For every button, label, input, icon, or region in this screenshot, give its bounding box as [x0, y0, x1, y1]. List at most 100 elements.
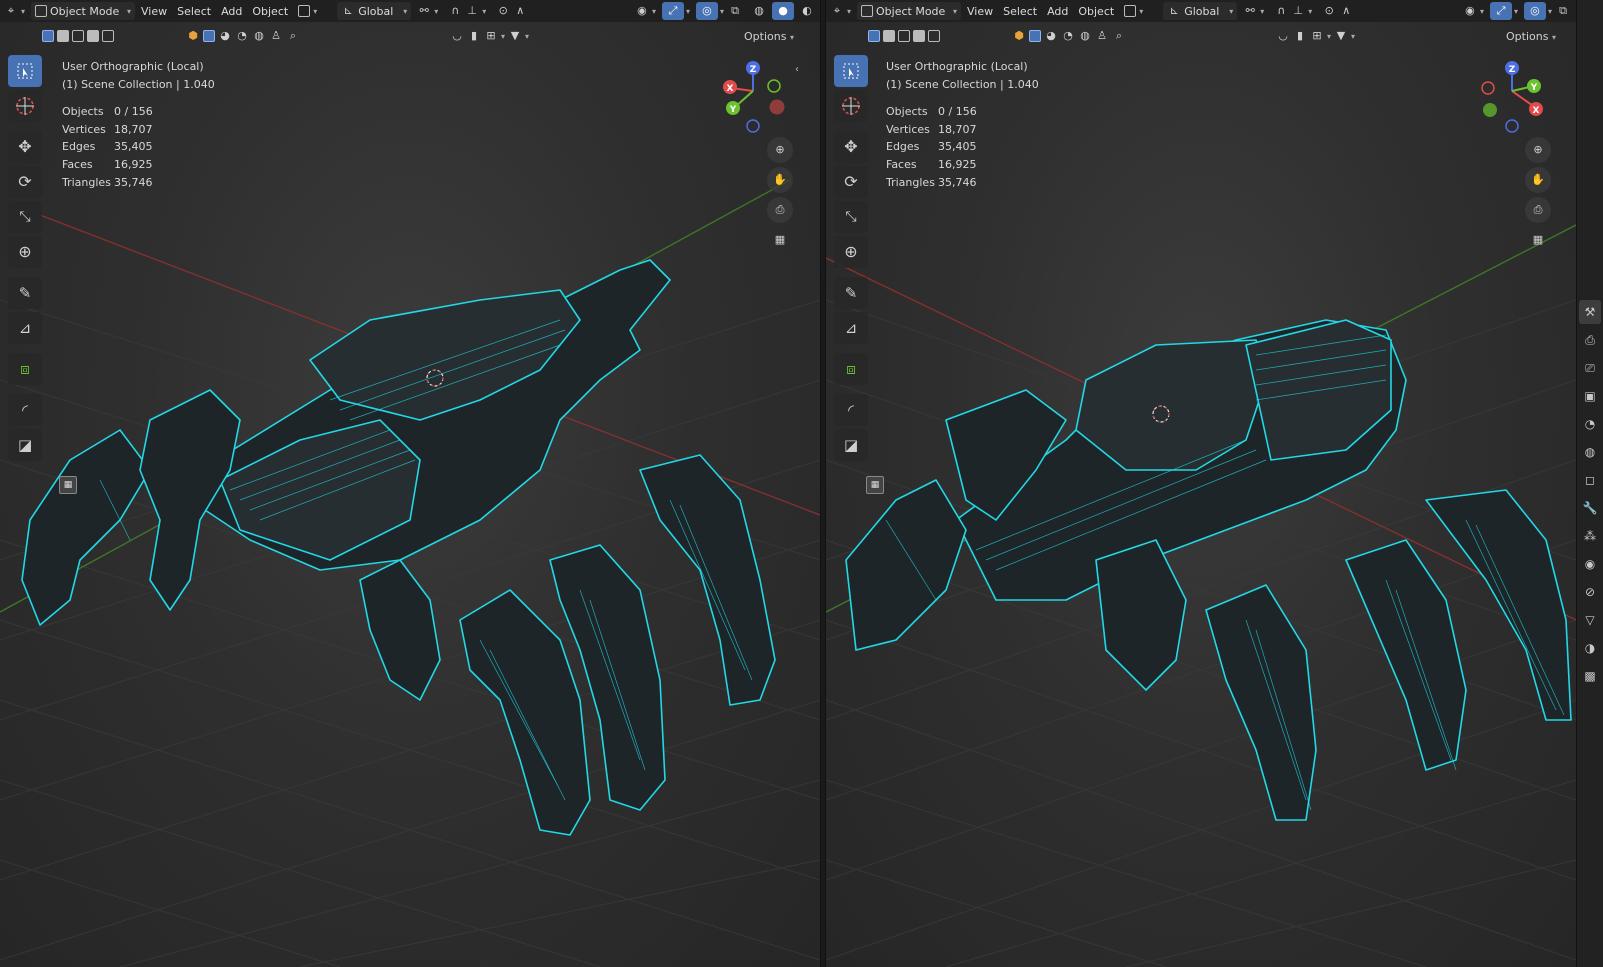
orientation-dropdown[interactable]: ⊾ Global ▾ — [337, 2, 412, 20]
box-tool[interactable]: ◪ — [834, 429, 868, 461]
object-type-filters[interactable]: ⬢ ◕ ◔ ◍ ♙ ⌕ — [1008, 27, 1130, 45]
transform-pivot-button[interactable]: ▾ — [294, 2, 321, 20]
properties-tab-material[interactable]: ◑ — [1579, 636, 1601, 660]
camera-view-button[interactable]: ⎙ — [1525, 197, 1551, 223]
magnet-icon: ∩ — [1277, 4, 1286, 17]
xray-toggle[interactable]: ⧉ — [1552, 2, 1574, 20]
navigation-gizmo[interactable]: Z X Y — [1474, 58, 1554, 138]
mode-label: Object Mode — [50, 4, 120, 18]
visibility-button[interactable]: ◉ ▾ — [631, 2, 660, 20]
object-mode-icon — [861, 5, 874, 17]
view-name: User Orthographic (Local) — [886, 60, 1028, 73]
orientation-dropdown[interactable]: ⊾ Global ▾ — [1163, 2, 1238, 20]
cursor-tool[interactable] — [8, 90, 42, 122]
zoom-button[interactable]: ⊕ — [1525, 137, 1551, 163]
select-mode-buttons[interactable] — [864, 27, 944, 45]
shear-tool[interactable]: ◜ — [834, 394, 868, 426]
xray-toggle[interactable]: ⧉ — [724, 2, 746, 20]
ortho-toggle-button[interactable]: ▦ — [767, 227, 793, 253]
snap-button[interactable]: ∩ ⊥ ▾ — [1270, 2, 1316, 20]
properties-tab-world[interactable]: ◍ — [1579, 440, 1601, 464]
annotate-tool[interactable]: ✎ — [834, 277, 868, 309]
gizmo-toggle[interactable]: ⤢ — [661, 2, 684, 20]
editor-type-button[interactable]: ⌖ ▾ — [826, 2, 855, 20]
texture-icon: ▩ — [1584, 669, 1596, 683]
add-cube-tool[interactable]: ⧈ — [834, 353, 868, 385]
menu-object[interactable]: Object — [248, 2, 292, 20]
stat-value: 35,746 — [938, 175, 977, 189]
properties-tab-object[interactable]: ◻ — [1579, 468, 1601, 492]
shading-material[interactable]: ◐ — [796, 2, 818, 20]
pivot-point-button[interactable]: ⚯ ▾ — [1239, 2, 1268, 20]
move-tool[interactable]: ✥ — [8, 131, 42, 163]
scale-tool[interactable]: ⤡ — [834, 201, 868, 233]
properties-tab-view-layer[interactable]: ▣ — [1579, 384, 1601, 408]
transform-tool[interactable]: ⊕ — [834, 236, 868, 268]
snap-button[interactable]: ∩ ⊥ ▾ — [444, 2, 490, 20]
transform-pivot-button[interactable]: ▾ — [1120, 2, 1147, 20]
shading-wireframe[interactable]: ◍ — [748, 2, 770, 20]
chevron-down-icon[interactable]: ▾ — [686, 7, 690, 16]
camera-view-button[interactable]: ⎙ — [767, 197, 793, 223]
navigation-gizmo[interactable]: Z X Y — [718, 58, 798, 138]
mode-dropdown[interactable]: Object Mode ▾ — [857, 2, 962, 20]
shading-solid[interactable]: ● — [772, 2, 794, 20]
options-dropdown[interactable]: Options ▾ — [1500, 28, 1562, 45]
cursor-tool[interactable] — [834, 90, 868, 122]
properties-tab-tool[interactable]: ⚒ — [1579, 300, 1601, 324]
collection-filters[interactable]: ◡ ▮ ⊞ ▾ ▼ ▾ — [1272, 27, 1359, 45]
viewport-right[interactable]: ⌖ ▾ Object Mode ▾ View Select Add Object ▾… — [826, 0, 1576, 967]
menu-view[interactable]: View — [963, 2, 997, 20]
pan-button[interactable]: ✋ — [767, 167, 793, 193]
box-tool[interactable]: ◪ — [8, 429, 42, 461]
overlay-toggle[interactable]: ◎ — [695, 2, 718, 20]
properties-tab-modifiers[interactable]: 🔧 — [1579, 496, 1601, 520]
menu-select[interactable]: Select — [999, 2, 1041, 20]
overlay-toggle[interactable]: ◎ — [1523, 2, 1546, 20]
properties-tab-physics[interactable]: ◉ — [1579, 552, 1601, 576]
menu-view[interactable]: View — [137, 2, 171, 20]
properties-tab-particles[interactable]: ⁂ — [1579, 524, 1601, 548]
zoom-button[interactable]: ⊕ — [767, 137, 793, 163]
object-type-filters[interactable]: ⬢ ◕ ◔ ◍ ♙ ⌕ — [182, 27, 304, 45]
menu-object[interactable]: Object — [1074, 2, 1118, 20]
pivot-point-button[interactable]: ⚯ ▾ — [413, 2, 442, 20]
measure-tool[interactable]: ⊿ — [8, 312, 42, 344]
menu-add[interactable]: Add — [217, 2, 246, 20]
select-mode-buttons[interactable] — [38, 27, 118, 45]
transform-tool[interactable]: ⊕ — [8, 236, 42, 268]
shear-tool[interactable]: ◜ — [8, 394, 42, 426]
snap-target-icon: ⊥ — [467, 4, 478, 17]
pan-button[interactable]: ✋ — [1525, 167, 1551, 193]
properties-tab-render[interactable]: ⎙ — [1579, 328, 1601, 352]
annotate-tool[interactable]: ✎ — [8, 277, 42, 309]
proportional-edit-button[interactable]: ⊙ ∧ — [492, 2, 531, 20]
properties-tab-output[interactable]: ⎚ — [1579, 356, 1601, 380]
collection-filters[interactable]: ◡ ▮ ⊞ ▾ ▼ ▾ — [446, 27, 533, 45]
visibility-button[interactable]: ◉ ▾ — [1459, 2, 1488, 20]
chevron-down-icon[interactable]: ▾ — [1514, 7, 1518, 16]
options-dropdown[interactable]: Options ▾ — [738, 28, 800, 45]
properties-tab-data[interactable]: ▽ — [1579, 608, 1601, 632]
viewport-header: ⌖ ▾ Object Mode ▾ View Select Add Object ▾… — [826, 0, 1576, 22]
proportional-edit-button[interactable]: ⊙ ∧ — [1318, 2, 1357, 20]
properties-tab-texture[interactable]: ▩ — [1579, 664, 1601, 688]
measure-tool[interactable]: ⊿ — [834, 312, 868, 344]
menu-add[interactable]: Add — [1043, 2, 1072, 20]
scale-tool[interactable]: ⤡ — [8, 201, 42, 233]
gizmo-toggle[interactable]: ⤢ — [1489, 2, 1512, 20]
menu-select[interactable]: Select — [173, 2, 215, 20]
ortho-toggle-button[interactable]: ▦ — [1525, 227, 1551, 253]
add-cube-tool[interactable]: ⧈ — [8, 353, 42, 385]
properties-tab-scene[interactable]: ◔ — [1579, 412, 1601, 436]
mode-dropdown[interactable]: Object Mode ▾ — [31, 2, 136, 20]
move-tool[interactable]: ✥ — [834, 131, 868, 163]
rotate-tool[interactable]: ⟳ — [834, 166, 868, 198]
xray-icon: ⧉ — [1559, 4, 1567, 17]
rotate-tool[interactable]: ⟳ — [8, 166, 42, 198]
select-box-tool[interactable] — [834, 55, 868, 87]
select-box-tool[interactable] — [8, 55, 42, 87]
viewport-left[interactable]: ⌖ ▾ Object Mode ▾ View Select Add Object ▾… — [0, 0, 820, 967]
editor-type-button[interactable]: ⌖ ▾ — [0, 2, 29, 20]
properties-tab-constraints[interactable]: ⊘ — [1579, 580, 1601, 604]
